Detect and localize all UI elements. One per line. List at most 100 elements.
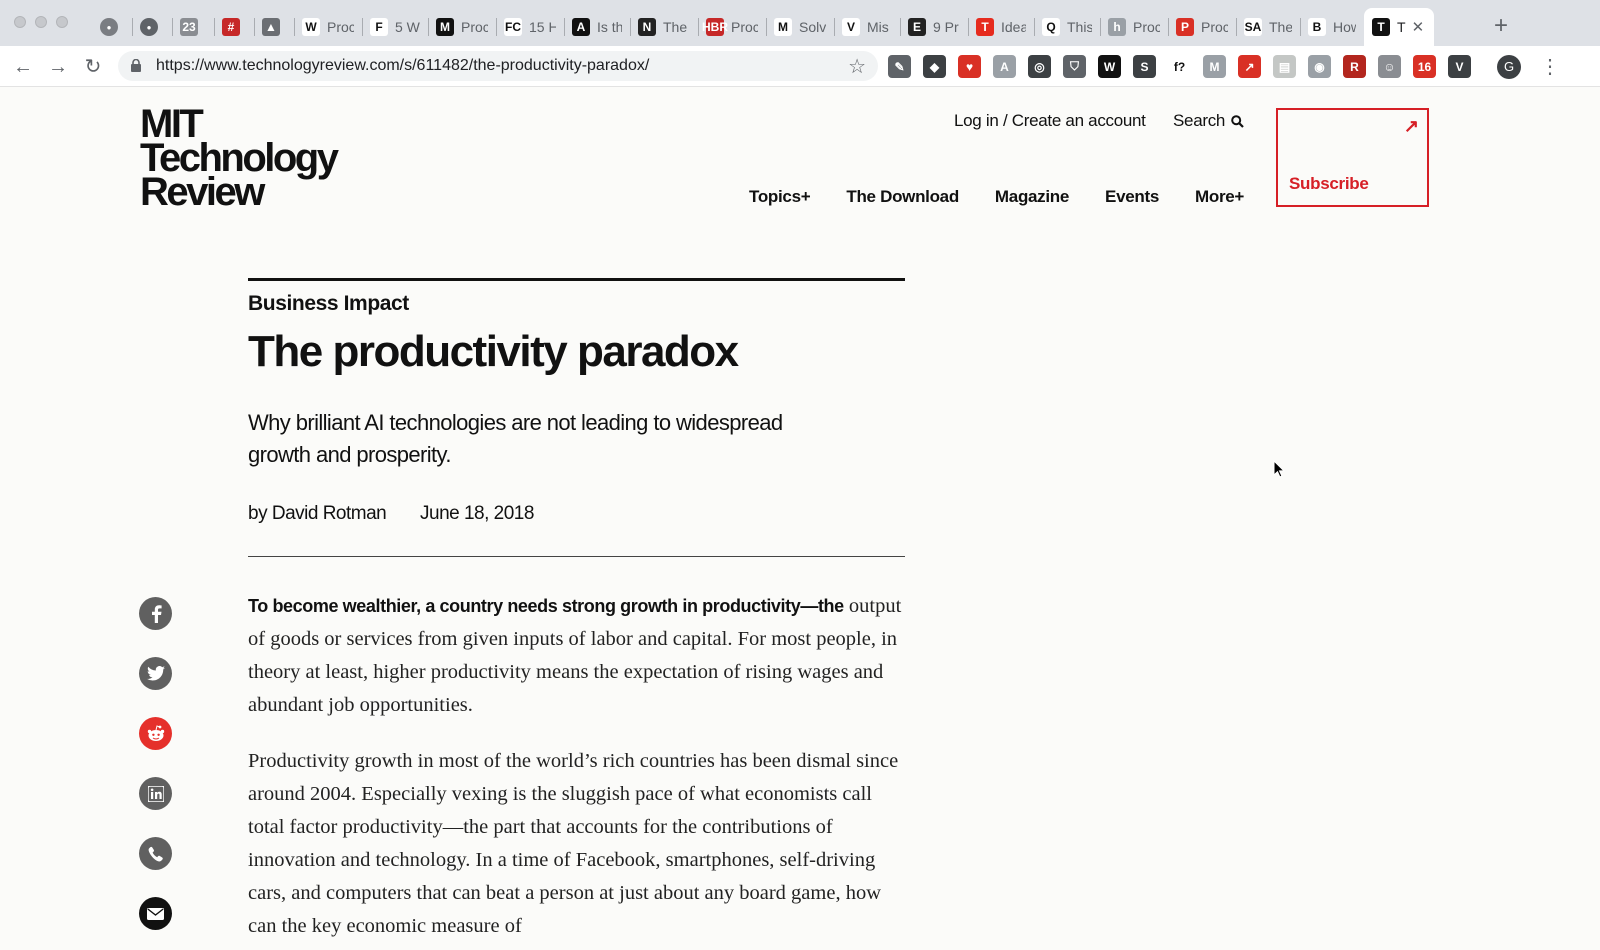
minimize-window-button[interactable] [35, 16, 47, 28]
heart-clip-icon[interactable]: ♥ [958, 55, 981, 78]
section-label[interactable]: Business Impact [248, 292, 409, 316]
bookmark-star-icon[interactable]: ☆ [848, 54, 866, 79]
nav-magazine[interactable]: Magazine [995, 187, 1069, 207]
wikipedia-icon: W [302, 18, 320, 36]
reader-icon[interactable]: A [993, 55, 1016, 78]
newyorker-icon: N [638, 18, 656, 36]
v-icon[interactable]: V [1448, 55, 1471, 78]
forward-button[interactable]: → [45, 54, 71, 80]
badge-icon[interactable]: 16 [1413, 55, 1436, 78]
nav-the-download[interactable]: The Download [846, 187, 959, 207]
browser-tab[interactable]: 23 [172, 8, 214, 46]
close-window-button[interactable] [14, 16, 26, 28]
site-logo[interactable]: MIT Technology Review [140, 104, 339, 212]
browser-tab[interactable]: ● [132, 8, 172, 46]
article-paragraph: Productivity growth in most of the world… [248, 750, 899, 937]
nav-more[interactable]: More+ [1195, 187, 1244, 207]
lock-icon [131, 59, 141, 72]
rss-icon[interactable]: ◉ [1308, 55, 1331, 78]
back-button[interactable]: ← [10, 54, 36, 80]
browser-tab[interactable]: V Mis [834, 8, 900, 46]
mouse-cursor-icon [1273, 460, 1285, 478]
login-link[interactable]: Log in / Create an account [954, 111, 1146, 131]
browser-tab[interactable]: T T ✕ [1364, 8, 1434, 46]
share-facebook-button[interactable] [139, 597, 172, 630]
browser-tab[interactable]: Q This [1034, 8, 1100, 46]
share-twitter-button[interactable] [139, 657, 172, 690]
browser-tab[interactable]: M Solv [766, 8, 834, 46]
tab-title: Proc [327, 19, 354, 35]
nav-topics[interactable]: Topics+ [749, 187, 811, 207]
browser-tab[interactable]: h Proc [1100, 8, 1168, 46]
browser-tab[interactable]: P Proc [1168, 8, 1236, 46]
share-whatsapp-button[interactable] [139, 837, 172, 870]
zoom-window-button[interactable] [56, 16, 68, 28]
search-button[interactable]: Search [1173, 111, 1244, 131]
tedtalks-icon: T [976, 18, 994, 36]
shield-icon[interactable]: ⛉ [1063, 55, 1086, 78]
browser-tab[interactable]: # [214, 8, 254, 46]
browser-tab[interactable]: E 9 Pr [900, 8, 968, 46]
window-controls [14, 16, 68, 28]
address-bar[interactable]: https://www.technologyreview.com/s/61148… [118, 51, 878, 81]
r-icon[interactable]: R [1343, 55, 1366, 78]
reddit-icon [147, 725, 164, 741]
calendar-icon: 23 [180, 18, 198, 36]
browser-tab[interactable]: M Proc [428, 8, 496, 46]
tab-title: How [1333, 19, 1356, 35]
sciam-icon: SA [1244, 18, 1262, 36]
header-divider [248, 278, 905, 281]
scribd-icon[interactable]: S [1133, 55, 1156, 78]
browser-toolbar: ← → ↻ https://www.technologyreview.com/s… [0, 46, 1600, 87]
pocket-red-icon: P [1176, 18, 1194, 36]
share-email-button[interactable] [139, 897, 172, 930]
article-date: June 18, 2018 [420, 503, 534, 524]
article-author[interactable]: by David Rotman [248, 503, 387, 525]
gmail-icon[interactable]: M [1203, 55, 1226, 78]
browser-tab[interactable]: B How [1300, 8, 1364, 46]
browser-tab[interactable]: HBR Proc [698, 8, 766, 46]
browser-tab[interactable]: ● [92, 8, 132, 46]
browser-tab[interactable]: W Proc [294, 8, 362, 46]
browser-tab[interactable]: FC 15 H [496, 8, 564, 46]
share-reddit-button[interactable] [139, 717, 172, 750]
article-title: The productivity paradox [248, 327, 739, 376]
vox-icon: V [842, 18, 860, 36]
tab-title: This [1067, 19, 1092, 35]
browser-tab[interactable]: ▲ [254, 8, 294, 46]
browser-tab[interactable]: N The [630, 8, 698, 46]
subscribe-button[interactable]: ↗ Subscribe [1276, 108, 1429, 207]
tab-title: T [1397, 19, 1406, 35]
tab-title: Proc [731, 19, 758, 35]
subscribe-label: Subscribe [1289, 174, 1369, 193]
reload-button[interactable]: ↻ [80, 54, 106, 80]
function-icon[interactable]: f? [1168, 55, 1191, 78]
bloomberg-icon: B [1308, 18, 1326, 36]
browser-tab[interactable]: T Idea [968, 8, 1034, 46]
twitter-icon [146, 666, 165, 681]
arrow-red-icon[interactable]: ↗ [1238, 55, 1261, 78]
technologyreview-icon: T [1372, 18, 1390, 36]
email-icon [147, 907, 164, 920]
profile-avatar[interactable]: G [1497, 55, 1521, 79]
tab-title: Proc [461, 19, 488, 35]
browser-tab[interactable]: A Is th [564, 8, 630, 46]
browser-menu-icon[interactable]: ⋮ [1540, 54, 1560, 79]
nav-events[interactable]: Events [1105, 187, 1159, 207]
browser-tab[interactable]: SA The [1236, 8, 1300, 46]
pen-tool-icon[interactable]: ✎ [888, 55, 911, 78]
tab-title: Is th [597, 19, 622, 35]
browser-tab[interactable]: F 5 W [362, 8, 428, 46]
compass-icon[interactable]: ◎ [1028, 55, 1051, 78]
close-tab-icon[interactable]: ✕ [1412, 18, 1425, 36]
share-linkedin-button[interactable] [139, 777, 172, 810]
robot-icon[interactable]: ☺ [1378, 55, 1401, 78]
pocket-icon[interactable]: ◆ [923, 55, 946, 78]
hash-icon: # [222, 18, 240, 36]
doc-icon[interactable]: ▤ [1273, 55, 1296, 78]
new-tab-button[interactable]: + [1487, 12, 1515, 40]
tab-title: Proc [1201, 19, 1228, 35]
tab-title: Solv [799, 19, 826, 35]
wolfram-icon[interactable]: W [1098, 55, 1121, 78]
drive-icon: ▲ [262, 18, 280, 36]
